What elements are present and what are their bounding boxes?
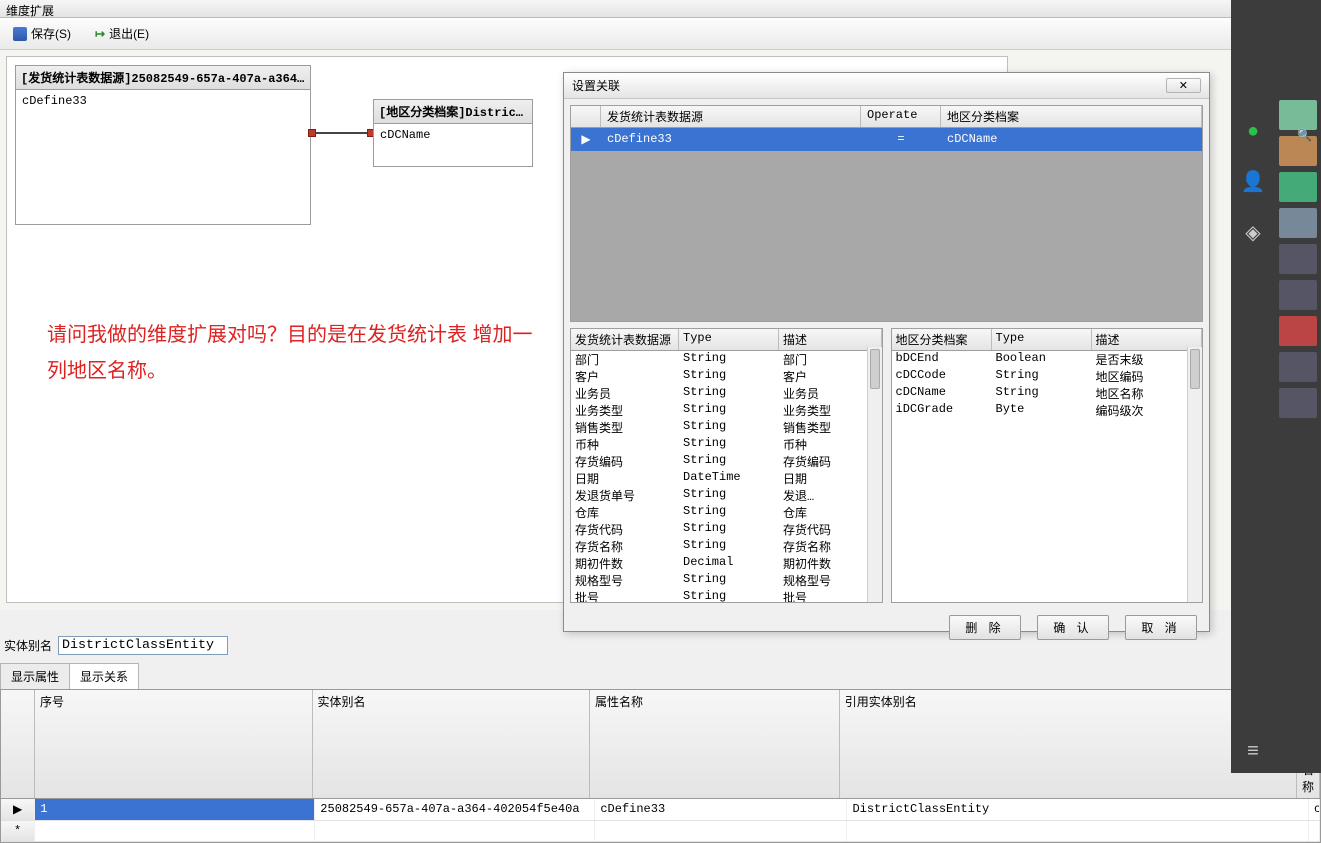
cube-icon[interactable]: ◈ xyxy=(1245,220,1260,245)
contacts-icon[interactable]: 👤 xyxy=(1241,169,1266,194)
window-title: 维度扩展 xyxy=(0,0,1321,18)
left-scrollbar[interactable] xyxy=(867,347,882,602)
list-item[interactable]: cDCNameString地区名称 xyxy=(892,385,1203,402)
right-scrollbar[interactable] xyxy=(1187,347,1202,602)
connector-start[interactable] xyxy=(308,129,316,137)
alias-label: 实体别名 xyxy=(4,637,52,654)
list-item[interactable]: 业务类型String业务类型 xyxy=(571,402,882,419)
app-dock: ● 👤 ◈ ≡ 🔍 xyxy=(1231,0,1321,773)
list-item[interactable]: 存货代码String存货代码 xyxy=(571,521,882,538)
right-columns-panel: 地区分类档案 Type 描述 bDCEndBoolean是否末级cDCCodeS… xyxy=(891,328,1204,603)
toolbar: 保存(S) ↦ 退出(E) xyxy=(0,18,1321,50)
connector-line xyxy=(316,132,370,134)
row-selector-icon[interactable]: ▶ xyxy=(1,799,35,820)
relation-grid-header: 发货统计表数据源 Operate 地区分类档案 xyxy=(571,106,1202,128)
list-item[interactable]: iDCGradeByte编码级次 xyxy=(892,402,1203,419)
exit-icon: ↦ xyxy=(95,27,105,41)
tab-show-attr[interactable]: 显示属性 xyxy=(0,663,70,689)
disk-icon xyxy=(13,27,27,41)
list-item[interactable]: 部门String部门 xyxy=(571,351,882,368)
search-icon[interactable]: 🔍 xyxy=(1297,128,1315,146)
exit-button[interactable]: ↦ 退出(E) xyxy=(88,22,156,45)
list-item[interactable]: 期初件数Decimal期初件数 xyxy=(571,555,882,572)
list-item[interactable]: 业务员String业务员 xyxy=(571,385,882,402)
list-item[interactable]: 发退货单号String发退… xyxy=(571,487,882,504)
relation-table-new-row[interactable]: * xyxy=(1,821,1320,842)
left-columns-panel: 发货统计表数据源 Type 描述 部门String部门客户String客户业务员… xyxy=(570,328,883,603)
save-button[interactable]: 保存(S) xyxy=(6,22,78,45)
chat-icon[interactable]: ● xyxy=(1247,120,1259,143)
entity-source-title: [发货统计表数据源]25082549-657a-407a-a364-40… xyxy=(16,66,310,90)
entity-district[interactable]: [地区分类档案]Distric… cDCName xyxy=(373,99,533,167)
relation-grid-empty[interactable] xyxy=(571,151,1202,321)
alias-input[interactable] xyxy=(58,636,228,655)
relation-table-row[interactable]: ▶ 1 25082549-657a-407a-a364-402054f5e40a… xyxy=(1,799,1320,821)
entity-source-field[interactable]: cDefine33 xyxy=(16,90,310,112)
list-item[interactable]: 仓库String仓库 xyxy=(571,504,882,521)
exit-label: 退出(E) xyxy=(109,25,149,42)
list-item[interactable]: 批号String批号 xyxy=(571,589,882,603)
list-item[interactable]: 规格型号String规格型号 xyxy=(571,572,882,589)
thumbnail-strip[interactable] xyxy=(1275,0,1321,773)
list-item[interactable]: 日期DateTime日期 xyxy=(571,470,882,487)
tab-show-relation[interactable]: 显示关系 xyxy=(69,663,139,689)
dialog-title: 设置关联 xyxy=(572,77,620,94)
list-item[interactable]: 存货名称String存货名称 xyxy=(571,538,882,555)
list-item[interactable]: 存货编码String存货编码 xyxy=(571,453,882,470)
list-item[interactable]: 币种String币种 xyxy=(571,436,882,453)
entity-source[interactable]: [发货统计表数据源]25082549-657a-407a-a364-40… cD… xyxy=(15,65,311,225)
left-columns-list[interactable]: 部门String部门客户String客户业务员String业务员业务类型Stri… xyxy=(571,351,882,603)
relation-grid-row[interactable]: ▶ cDefine33 = cDCName xyxy=(571,128,1202,151)
list-item[interactable]: 客户String客户 xyxy=(571,368,882,385)
list-item[interactable]: bDCEndBoolean是否末级 xyxy=(892,351,1203,368)
entity-district-field[interactable]: cDCName xyxy=(374,124,532,146)
relation-table: 序号 实体别名 属性名称 引用实体别名 引用属性名称 ▶ 1 25082549-… xyxy=(0,689,1321,843)
user-annotation: 请问我做的维度扩展对吗？目的是在发货统计表 增加一列地区名称。 xyxy=(47,317,547,389)
list-item[interactable]: cDCCodeString地区编码 xyxy=(892,368,1203,385)
entity-district-title: [地区分类档案]Distric… xyxy=(374,100,532,124)
list-item[interactable]: 销售类型String销售类型 xyxy=(571,419,882,436)
right-columns-list[interactable]: bDCEndBoolean是否末级cDCCodeString地区编码cDCNam… xyxy=(892,351,1203,603)
menu-icon[interactable]: ≡ xyxy=(1247,740,1259,763)
dialog-titlebar[interactable]: 设置关联 ✕ xyxy=(564,73,1209,99)
close-button[interactable]: ✕ xyxy=(1166,78,1201,93)
save-label: 保存(S) xyxy=(31,25,71,42)
relation-dialog: 设置关联 ✕ 发货统计表数据源 Operate 地区分类档案 ▶ cDefine… xyxy=(563,72,1210,632)
